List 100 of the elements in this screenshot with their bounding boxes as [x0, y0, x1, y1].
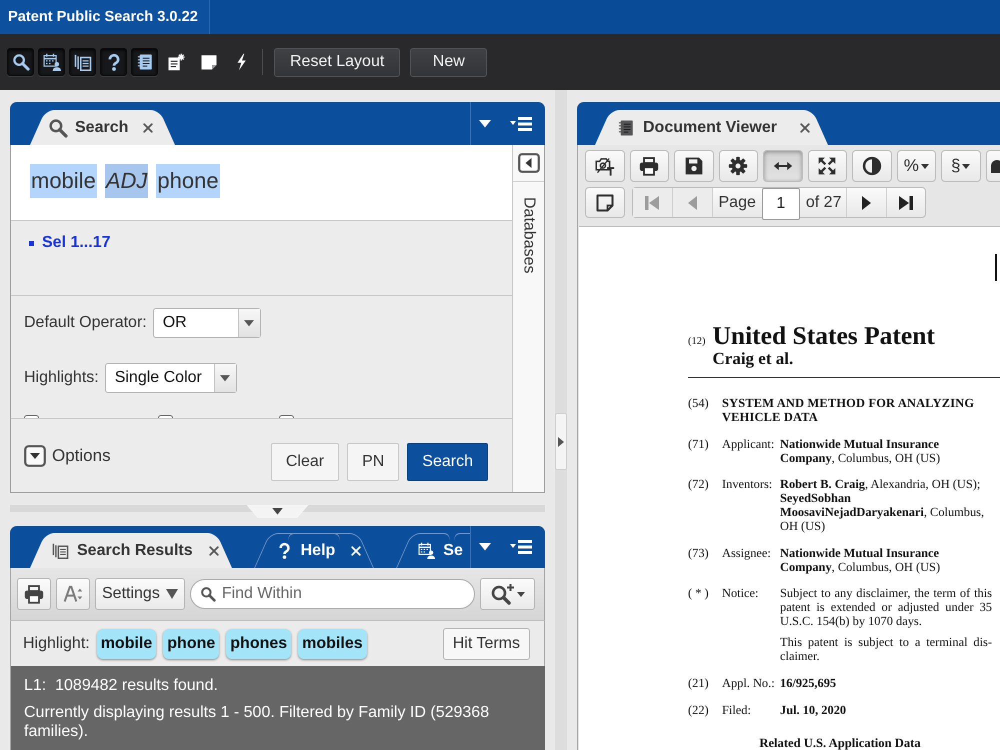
action-button[interactable]: PN	[347, 443, 400, 481]
notebook-icon	[136, 53, 154, 71]
triangle-left-icon	[688, 196, 697, 210]
toolbar-button[interactable]: New	[410, 48, 488, 76]
page-number-field[interactable]: 1	[762, 188, 800, 220]
highlight-term[interactable]: phone	[163, 628, 220, 658]
caret-down-icon	[962, 164, 970, 168]
select-field[interactable]: Single Color	[104, 363, 237, 393]
panel-tab[interactable]: Help	[254, 533, 374, 568]
toolbar-button[interactable]	[986, 150, 1000, 182]
query-term: mobile	[30, 164, 97, 198]
skip-end-icon	[899, 196, 914, 210]
options-toggle[interactable]: Options	[24, 444, 111, 466]
print-button[interactable]	[630, 150, 669, 182]
highlight-term[interactable]: mobile	[96, 628, 156, 658]
calendar-person-icon	[42, 53, 60, 71]
select-field[interactable]: OR	[152, 308, 261, 338]
field-code: (73)	[688, 546, 710, 562]
note-button[interactable]	[585, 187, 624, 218]
calendar-button[interactable]	[38, 48, 65, 76]
history-link[interactable]: Sel 1...17	[42, 233, 110, 253]
printer-icon	[24, 584, 44, 604]
databases-tab[interactable]: Databases	[520, 197, 538, 274]
caret-box-icon	[24, 444, 46, 466]
results-summary: L1: 1089482 results found.	[24, 676, 219, 696]
highlight-term[interactable]: mobiles	[298, 628, 367, 658]
help-button[interactable]	[100, 48, 127, 76]
calendar-person-icon	[418, 542, 436, 559]
field-label: Highlights:	[24, 369, 99, 387]
search-icon	[48, 118, 68, 138]
print-button[interactable]	[17, 578, 51, 610]
caret-down-icon	[166, 589, 178, 599]
sticky-note-icon	[200, 53, 218, 71]
field-value: Nationwide Mutual Insurance Company, Columbus, OH (US)	[780, 546, 942, 574]
field-label: Appl. No.:	[722, 676, 776, 690]
toolbar-button[interactable]: Reset Layout	[274, 48, 400, 76]
invention-title: SYSTEM AND METHOD FOR ANALYZING VEHICLE DATA	[722, 396, 976, 424]
settings-button[interactable]	[718, 150, 758, 182]
field-value: Subject to any disclaimer, the term of this patent is extended or adjusted under 35 U.S.C. 154(b) by 1070 days.	[780, 586, 992, 628]
hit-terms-button[interactable]: Hit Terms	[442, 628, 530, 660]
caret-down-icon	[220, 374, 230, 382]
page-label: Page	[718, 194, 756, 212]
camera-text-icon	[594, 156, 615, 176]
triangle-right-icon	[862, 196, 872, 210]
highlight-label: Highlight:	[23, 634, 90, 652]
field-label: Notice:	[722, 586, 760, 602]
notebook-icon	[617, 118, 635, 136]
close-icon[interactable]	[800, 122, 810, 132]
magnifier-plus-icon	[490, 583, 514, 605]
caret-down-icon[interactable]	[479, 543, 491, 551]
close-icon[interactable]	[143, 122, 154, 132]
caret-down-icon	[244, 320, 254, 326]
search-button[interactable]	[7, 48, 34, 76]
splitter-handle[interactable]	[555, 413, 567, 470]
font-size-button[interactable]	[56, 578, 90, 610]
patent-title: United States Patent	[712, 322, 935, 349]
settings-dropdown[interactable]: Settings	[95, 578, 185, 610]
caret-down-icon	[920, 164, 929, 168]
highlight-term[interactable]: phones	[226, 628, 292, 658]
panel-tab[interactable]: Search Results	[30, 533, 232, 568]
caret-down-icon	[272, 508, 283, 515]
dropdown-button[interactable]: %	[896, 150, 936, 182]
field-label: Applicant:	[722, 436, 776, 453]
search-button[interactable]: Search	[407, 443, 488, 481]
field-label: Filed:	[722, 702, 752, 717]
dome-icon	[990, 159, 1000, 173]
skip-start-icon	[645, 196, 660, 210]
field-label: Default Operator:	[24, 314, 147, 332]
zoom-button[interactable]	[480, 578, 535, 610]
font-size-icon	[63, 584, 83, 604]
dropdown-button[interactable]: §	[941, 150, 980, 182]
collapse-icon[interactable]	[518, 153, 540, 173]
field-label: Inventors:	[722, 477, 774, 494]
snapshot-button[interactable]	[585, 150, 624, 182]
field-value: This patent is subject to a terminal dis-claimer.	[780, 635, 992, 664]
contrast-button[interactable]	[852, 150, 892, 182]
query-editor[interactable]: mobile ADJ phone	[11, 145, 512, 220]
list-menu-icon[interactable]	[510, 540, 532, 554]
note-icon	[594, 192, 615, 212]
close-icon[interactable]	[208, 546, 219, 556]
notebook-button[interactable]	[131, 48, 158, 76]
list-menu-icon[interactable]	[510, 116, 532, 130]
fullscreen-button[interactable]	[808, 150, 847, 182]
query-term: phone	[156, 164, 220, 198]
caret-down-icon[interactable]	[479, 120, 491, 128]
field-code: (71)	[688, 436, 710, 453]
documents-icon	[52, 542, 69, 559]
fit-width-button[interactable]	[763, 150, 802, 182]
window-title: Patent Public Search 3.0.22	[0, 0, 210, 34]
contrast-icon	[862, 156, 882, 176]
save-button[interactable]	[674, 150, 714, 182]
field-value: Robert B. Craig, Alexandria, OH (US); SeyedSobhan MoosaviNejadDaryakenari, Columbus, OH (US)	[780, 477, 986, 534]
field-code: (22)	[688, 702, 710, 717]
expand-arrows-icon	[817, 156, 838, 176]
field-code: (21)	[688, 676, 710, 690]
action-button[interactable]: Clear	[270, 443, 340, 481]
documents-button[interactable]	[69, 48, 96, 76]
find-within-field[interactable]: Find Within	[190, 579, 475, 609]
field-value: 16/925,695	[780, 676, 838, 690]
bullet-icon	[29, 240, 34, 246]
